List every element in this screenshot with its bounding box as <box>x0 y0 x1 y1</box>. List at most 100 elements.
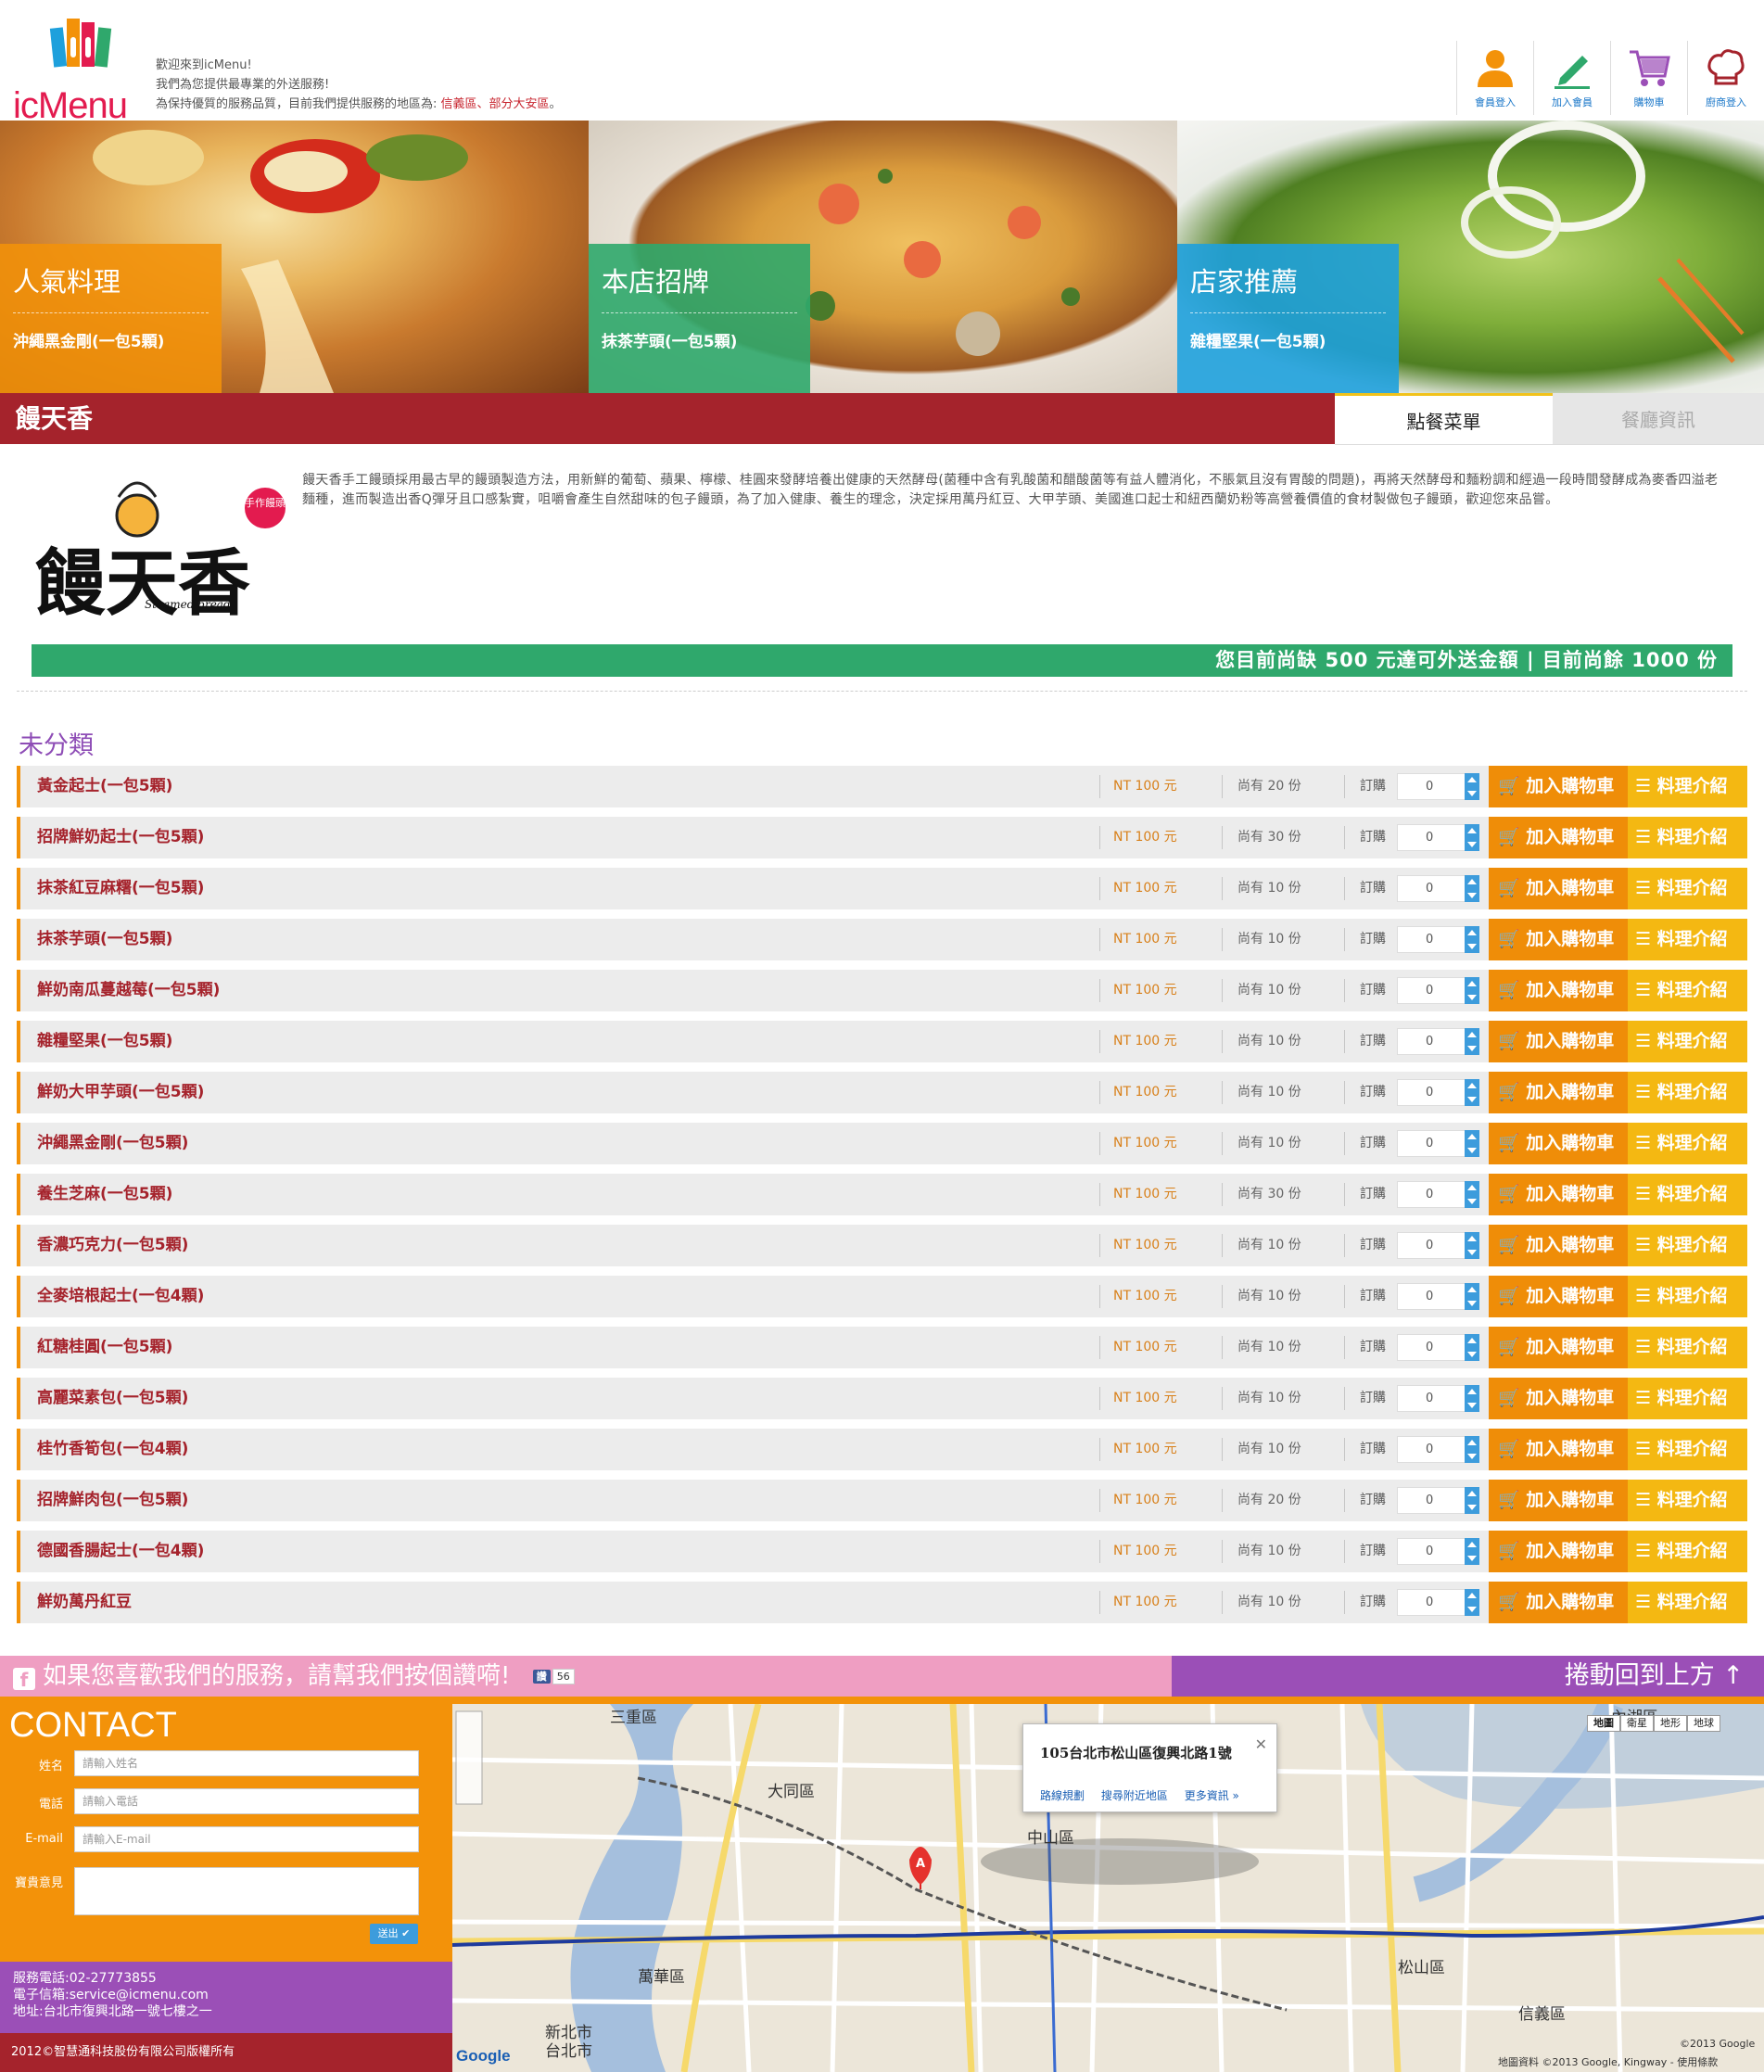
add-to-cart-button[interactable]: 🛒 加入購物車 <box>1489 1378 1628 1419</box>
dish-info-button[interactable]: ☰ 料理介紹 <box>1628 868 1747 909</box>
dish-info-button[interactable]: ☰ 料理介紹 <box>1628 919 1747 960</box>
quantity-stepper[interactable] <box>1465 1232 1479 1259</box>
chevron-up-icon[interactable] <box>1467 930 1477 936</box>
quantity-input[interactable]: 0 <box>1397 1436 1466 1463</box>
add-to-cart-button[interactable]: 🛒 加入購物車 <box>1489 766 1628 807</box>
dish-info-button[interactable]: ☰ 料理介紹 <box>1628 1225 1747 1266</box>
dish-info-button[interactable]: ☰ 料理介紹 <box>1628 1021 1747 1062</box>
join-member-button[interactable]: 加入會員 <box>1533 41 1610 115</box>
facebook-like-button[interactable]: 讚 56 <box>532 1657 575 1697</box>
quantity-stepper[interactable] <box>1465 926 1479 953</box>
add-to-cart-button[interactable]: 🛒 加入購物車 <box>1489 1582 1628 1623</box>
chevron-up-icon[interactable] <box>1467 1338 1477 1344</box>
chevron-down-icon[interactable] <box>1467 1096 1477 1102</box>
chevron-down-icon[interactable] <box>1467 892 1477 898</box>
chevron-down-icon[interactable] <box>1467 1402 1477 1408</box>
quantity-input[interactable]: 0 <box>1397 1232 1466 1259</box>
add-to-cart-button[interactable]: 🛒 加入購物車 <box>1489 970 1628 1011</box>
chevron-up-icon[interactable] <box>1467 1083 1477 1089</box>
add-to-cart-button[interactable]: 🛒 加入購物車 <box>1489 1174 1628 1215</box>
chevron-down-icon[interactable] <box>1467 943 1477 949</box>
phone-input[interactable]: 請輸入電話 <box>74 1788 419 1814</box>
add-to-cart-button[interactable]: 🛒 加入購物車 <box>1489 1531 1628 1572</box>
chevron-up-icon[interactable] <box>1467 1185 1477 1191</box>
dish-info-button[interactable]: ☰ 料理介紹 <box>1628 1072 1747 1113</box>
dish-info-button[interactable]: ☰ 料理介紹 <box>1628 1327 1747 1368</box>
quantity-stepper[interactable] <box>1465 1487 1479 1514</box>
chevron-up-icon[interactable] <box>1467 1287 1477 1293</box>
banner-recommend[interactable]: 店家推薦 雜糧堅果(一包5顆) <box>1177 121 1764 393</box>
quantity-input[interactable]: 0 <box>1397 1538 1466 1565</box>
add-to-cart-button[interactable]: 🛒 加入購物車 <box>1489 1123 1628 1164</box>
chevron-down-icon[interactable] <box>1467 1504 1477 1510</box>
banner-signature[interactable]: 本店招牌 抹茶芋頭(一包5顆) <box>589 121 1177 393</box>
quantity-stepper[interactable] <box>1465 1130 1479 1157</box>
chevron-up-icon[interactable] <box>1467 1389 1477 1395</box>
add-to-cart-button[interactable]: 🛒 加入購物車 <box>1489 1480 1628 1521</box>
chevron-up-icon[interactable] <box>1467 1134 1477 1140</box>
quantity-stepper[interactable] <box>1465 1079 1479 1106</box>
dish-info-button[interactable]: ☰ 料理介紹 <box>1628 1378 1747 1419</box>
chevron-up-icon[interactable] <box>1467 1491 1477 1497</box>
quantity-input[interactable]: 0 <box>1397 875 1466 902</box>
map-type-map[interactable]: 地圖 <box>1587 1715 1620 1732</box>
quantity-stepper[interactable] <box>1465 1589 1479 1616</box>
search-nearby-link[interactable]: 搜尋附近地區 <box>1101 1789 1168 1802</box>
quantity-stepper[interactable] <box>1465 1181 1479 1208</box>
email-input[interactable]: 請輸入E-mail <box>74 1826 419 1852</box>
add-to-cart-button[interactable]: 🛒 加入購物車 <box>1489 868 1628 909</box>
quantity-stepper[interactable] <box>1465 1334 1479 1361</box>
quantity-stepper[interactable] <box>1465 875 1479 902</box>
quantity-stepper[interactable] <box>1465 1028 1479 1055</box>
chevron-down-icon[interactable] <box>1467 1453 1477 1459</box>
quantity-input[interactable]: 0 <box>1397 1334 1466 1361</box>
quantity-input[interactable]: 0 <box>1397 1589 1466 1616</box>
tab-restaurant-info[interactable]: 餐廳資訊 <box>1553 393 1764 444</box>
add-to-cart-button[interactable]: 🛒 加入購物車 <box>1489 1072 1628 1113</box>
map-attribution[interactable]: 地圖資料 ©2013 Google, Kingway - 使用條款 <box>1498 2054 1718 2069</box>
quantity-stepper[interactable] <box>1465 773 1479 800</box>
quantity-input[interactable]: 0 <box>1397 1487 1466 1514</box>
directions-link[interactable]: 路線規劃 <box>1040 1789 1085 1802</box>
dish-info-button[interactable]: ☰ 料理介紹 <box>1628 1582 1747 1623</box>
chevron-down-icon[interactable] <box>1467 1198 1477 1204</box>
chevron-down-icon[interactable] <box>1467 1300 1477 1306</box>
name-input[interactable]: 請輸入姓名 <box>74 1750 419 1776</box>
chevron-down-icon[interactable] <box>1467 790 1477 796</box>
quantity-stepper[interactable] <box>1465 824 1479 851</box>
chevron-down-icon[interactable] <box>1467 1606 1477 1612</box>
quantity-input[interactable]: 0 <box>1397 977 1466 1004</box>
add-to-cart-button[interactable]: 🛒 加入購物車 <box>1489 1225 1628 1266</box>
chevron-up-icon[interactable] <box>1467 1593 1477 1599</box>
dish-info-button[interactable]: ☰ 料理介紹 <box>1628 970 1747 1011</box>
add-to-cart-button[interactable]: 🛒 加入購物車 <box>1489 817 1628 858</box>
quantity-stepper[interactable] <box>1465 977 1479 1004</box>
add-to-cart-button[interactable]: 🛒 加入購物車 <box>1489 1276 1628 1317</box>
cart-button[interactable]: 購物車 <box>1610 41 1687 115</box>
icmenu-logo[interactable]: icMenu <box>13 15 128 126</box>
chevron-down-icon[interactable] <box>1467 1045 1477 1051</box>
add-to-cart-button[interactable]: 🛒 加入購物車 <box>1489 1327 1628 1368</box>
dish-info-button[interactable]: ☰ 料理介紹 <box>1628 1429 1747 1470</box>
chevron-up-icon[interactable] <box>1467 981 1477 987</box>
quantity-stepper[interactable] <box>1465 1385 1479 1412</box>
send-button[interactable]: 送出 ✔ <box>370 1924 418 1944</box>
chevron-up-icon[interactable] <box>1467 777 1477 783</box>
quantity-input[interactable]: 0 <box>1397 1130 1466 1157</box>
add-to-cart-button[interactable]: 🛒 加入購物車 <box>1489 919 1628 960</box>
add-to-cart-button[interactable]: 🛒 加入購物車 <box>1489 1021 1628 1062</box>
feedback-textarea[interactable] <box>74 1867 419 1915</box>
map-type-earth[interactable]: 地球 <box>1687 1715 1720 1732</box>
quantity-stepper[interactable] <box>1465 1436 1479 1463</box>
add-to-cart-button[interactable]: 🛒 加入購物車 <box>1489 1429 1628 1470</box>
quantity-input[interactable]: 0 <box>1397 1385 1466 1412</box>
chevron-down-icon[interactable] <box>1467 1351 1477 1357</box>
dish-info-button[interactable]: ☰ 料理介紹 <box>1628 1123 1747 1164</box>
close-icon[interactable]: ✕ <box>1255 1735 1267 1753</box>
dish-info-button[interactable]: ☰ 料理介紹 <box>1628 1531 1747 1572</box>
chevron-down-icon[interactable] <box>1467 1555 1477 1561</box>
chevron-up-icon[interactable] <box>1467 1236 1477 1242</box>
quantity-stepper[interactable] <box>1465 1538 1479 1565</box>
chevron-down-icon[interactable] <box>1467 994 1477 1000</box>
dish-info-button[interactable]: ☰ 料理介紹 <box>1628 766 1747 807</box>
